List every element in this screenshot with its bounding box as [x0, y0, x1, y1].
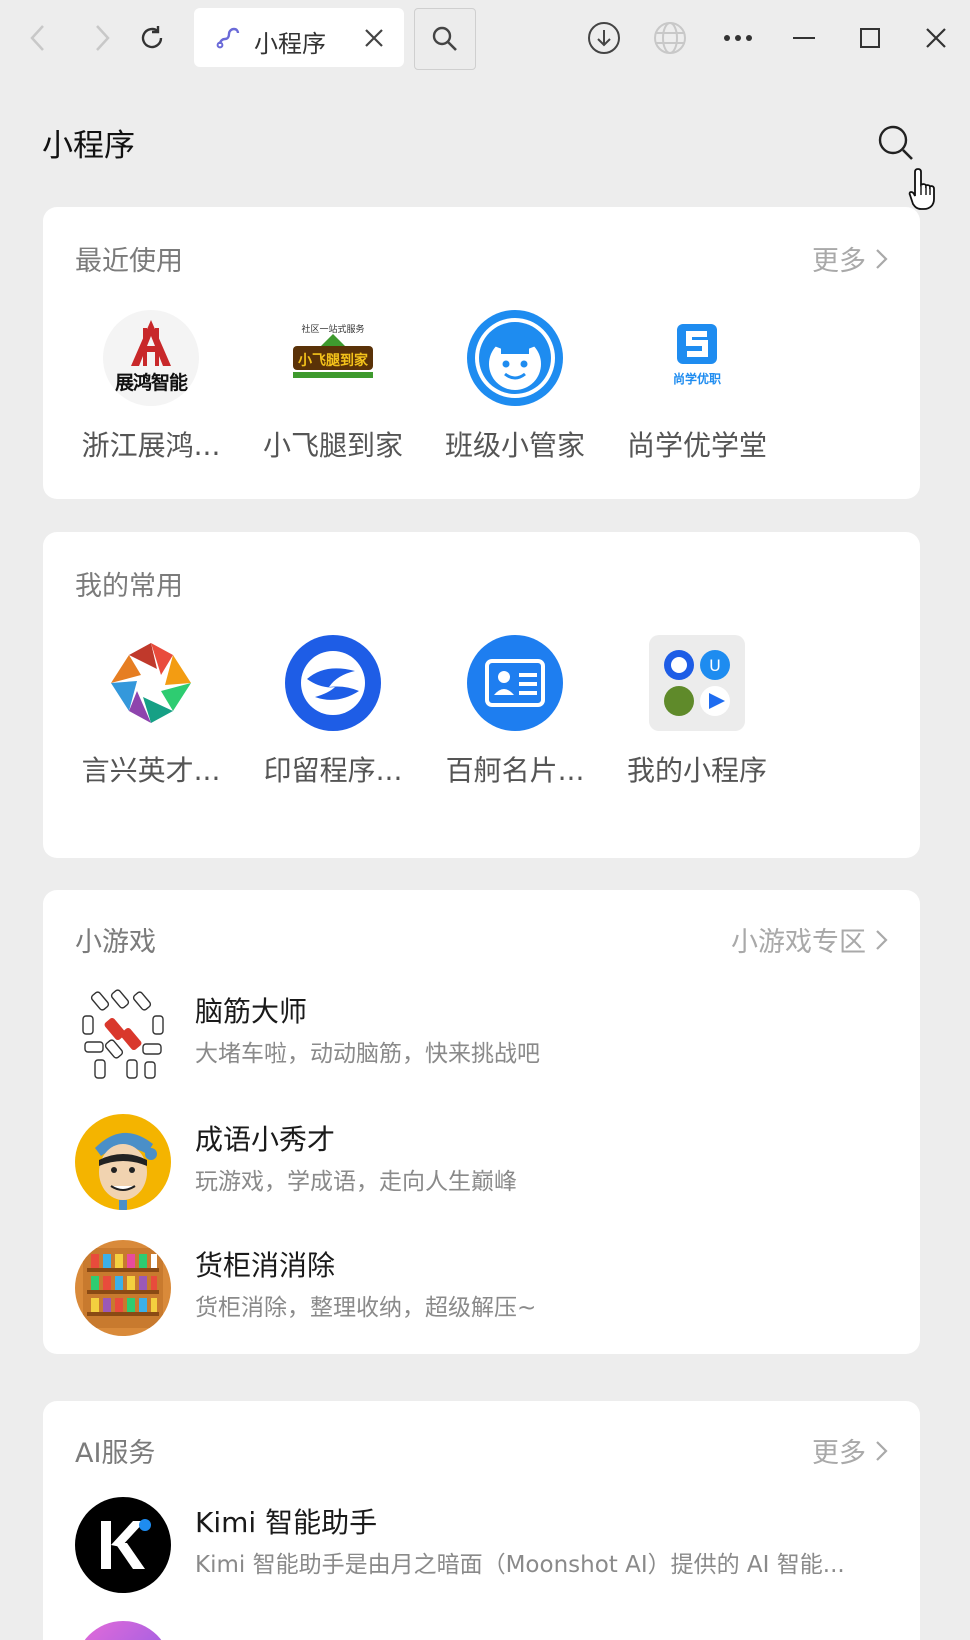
games-title: 小游戏	[75, 927, 156, 958]
shangxue-logo-text: 尚学优职	[672, 372, 721, 386]
game-item-huogui[interactable]: 货柜消消除 货柜消除，整理收纳，超级解压~	[75, 1240, 895, 1340]
business-card-icon	[467, 635, 563, 731]
recent-app-label: 尚学优学堂	[626, 429, 767, 462]
recent-more-link[interactable]: 更多	[812, 239, 888, 278]
chevron-right-icon	[876, 929, 888, 950]
hand-cursor-icon	[906, 165, 942, 213]
game-desc: 大堵车啦，动动脑筋，快来挑战吧	[195, 1041, 540, 1067]
game-title: 成语小秀才	[195, 1123, 336, 1156]
shelf-goods-icon	[75, 1240, 171, 1336]
ai-title-text: Kimi 智能助手	[195, 1506, 378, 1539]
maximize-icon[interactable]	[850, 18, 890, 58]
globe-icon[interactable]	[650, 18, 690, 58]
svg-text:U: U	[709, 656, 721, 675]
yinliu-logo-icon	[285, 635, 381, 731]
frequent-app-baige[interactable]: 百舸名片...	[425, 635, 605, 789]
xiaofeitui-logo-text: 小飞腿到家	[298, 353, 368, 369]
xiaofeitui-logo-icon: 社区一站式服务 小飞腿到家	[285, 310, 381, 406]
scholar-avatar-icon	[75, 1114, 171, 1210]
ai-more-link[interactable]: 更多	[812, 1431, 888, 1470]
game-desc: 玩游戏，学成语，走向人生巅峰	[195, 1169, 517, 1195]
forward-icon[interactable]	[84, 20, 120, 56]
download-icon[interactable]	[584, 18, 624, 58]
minimize-icon[interactable]	[784, 18, 824, 58]
tab-title: 小程序	[254, 30, 326, 58]
frequent-app-yanxing[interactable]: 言兴英才...	[61, 635, 241, 789]
recent-app-label: 浙江展鸿...	[81, 429, 221, 462]
page-title: 小程序	[42, 128, 135, 164]
zhanhong-logo-text: 展鸿智能	[114, 372, 188, 394]
game-title: 脑筋大师	[195, 995, 308, 1028]
ai-item-kimi[interactable]: Kimi 智能助手 Kimi 智能助手是由月之暗面（Moonshot AI）提供…	[75, 1497, 895, 1597]
frequent-app-label: 言兴英才...	[81, 754, 221, 787]
zhanhong-logo-icon: 展鸿智能	[103, 310, 199, 406]
page-search-icon[interactable]	[876, 123, 916, 163]
frequent-title: 我的常用	[75, 571, 183, 602]
game-item-chengyu[interactable]: 成语小秀才 玩游戏，学成语，走向人生巅峰	[75, 1114, 895, 1214]
game-title: 货柜消消除	[195, 1249, 336, 1282]
chevron-right-icon	[876, 248, 888, 269]
frequent-app-label: 印留程序...	[263, 754, 403, 787]
frequent-app-my-miniprograms[interactable]: U 我的小程序	[607, 635, 787, 789]
recent-title: 最近使用	[75, 246, 183, 277]
recent-app-banji[interactable]: 班级小管家	[425, 310, 605, 464]
miniprogram-icon	[214, 24, 242, 56]
game-item-naojin[interactable]: 脑筋大师 大堵车啦，动动脑筋，快来挑战吧	[75, 986, 895, 1086]
frequent-app-yinliu[interactable]: 印留程序...	[243, 635, 423, 789]
recent-card: 最近使用 更多 展鸿智能 浙江展鸿... 社区一站式服务 小飞腿到家 小飞腿到家…	[43, 207, 920, 499]
next-ai-logo-icon[interactable]	[75, 1621, 171, 1640]
ai-title: AI服务	[75, 1438, 156, 1469]
traffic-jam-icon	[75, 986, 171, 1082]
close-tab-icon[interactable]	[362, 26, 386, 54]
recent-app-shangxue[interactable]: 尚学优职 尚学优学堂	[607, 310, 787, 464]
recent-more-label: 更多	[812, 246, 866, 277]
recent-app-zhanhong[interactable]: 展鸿智能 浙江展鸿...	[61, 310, 241, 464]
back-icon[interactable]	[20, 20, 56, 56]
frequent-card: 我的常用 言兴英才... 印留程序... 百舸名片... U 我的小程序	[43, 532, 920, 858]
ai-more-label: 更多	[812, 1438, 866, 1469]
games-zone-label: 小游戏专区	[731, 927, 866, 958]
refresh-icon[interactable]	[134, 20, 170, 56]
recent-app-label: 小飞腿到家	[262, 429, 403, 462]
game-desc: 货柜消除，整理收纳，超级解压~	[195, 1295, 537, 1321]
tab-search-button[interactable]	[414, 8, 476, 70]
frequent-app-label: 百舸名片...	[445, 754, 585, 787]
chevron-right-icon	[876, 1440, 888, 1461]
my-miniprograms-grid-icon: U	[649, 635, 745, 731]
close-window-icon[interactable]	[916, 18, 956, 58]
shangxue-logo-icon: 尚学优职	[649, 310, 745, 406]
more-icon[interactable]	[718, 18, 758, 58]
tab-miniprogram[interactable]: 小程序	[194, 8, 404, 67]
title-bar: 小程序	[0, 0, 970, 76]
frequent-app-label: 我的小程序	[626, 754, 767, 787]
recent-app-label: 班级小管家	[444, 429, 585, 462]
yanxing-logo-icon	[103, 635, 199, 731]
recent-app-xiaofeitui[interactable]: 社区一站式服务 小飞腿到家 小飞腿到家	[243, 310, 423, 464]
ai-desc-text: Kimi 智能助手是由月之暗面（Moonshot AI）提供的 AI 智能...	[195, 1552, 845, 1578]
ai-card: AI服务 更多 Kimi 智能助手 Kimi 智能助手是由月之暗面（Moonsh…	[43, 1401, 920, 1640]
games-zone-link[interactable]: 小游戏专区	[731, 920, 888, 959]
kimi-logo-icon	[75, 1497, 171, 1593]
search-icon	[432, 26, 457, 51]
games-card: 小游戏 小游戏专区 脑筋大师 大堵车啦，动动脑筋，快来挑战吧 成语小秀才 玩游戏…	[43, 890, 920, 1354]
banji-logo-icon	[467, 310, 563, 406]
